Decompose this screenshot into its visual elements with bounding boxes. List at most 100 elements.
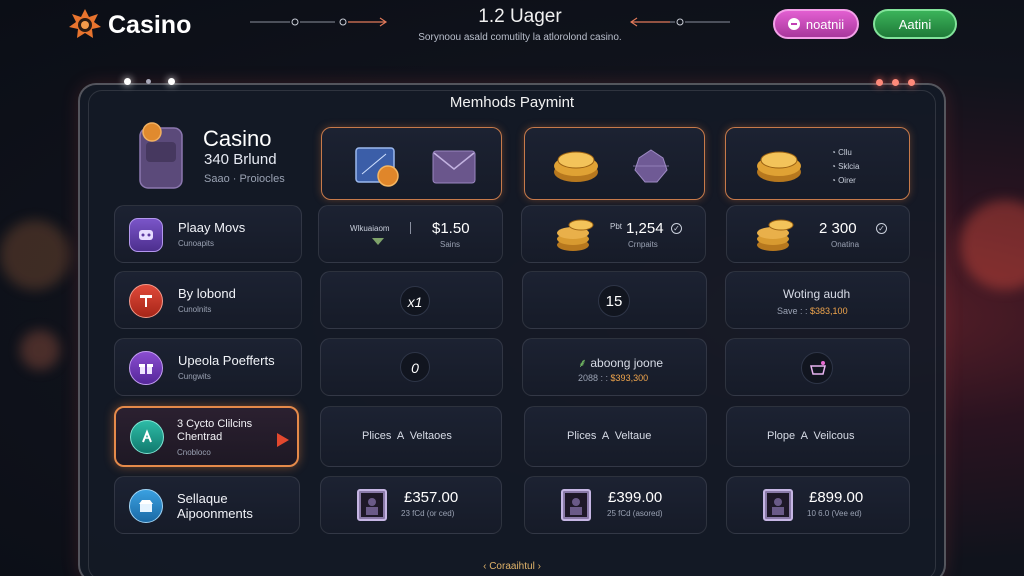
payment-card-coins[interactable] bbox=[524, 127, 705, 200]
signin-label: noatnii bbox=[805, 16, 845, 32]
bonus-title: ⸙ aboong joone bbox=[578, 356, 664, 370]
footer-link[interactable]: ‹ Coraaihtul › bbox=[0, 561, 1024, 572]
corner-light bbox=[124, 78, 131, 85]
corner-light bbox=[876, 79, 883, 86]
portrait-icon bbox=[561, 489, 591, 521]
row5-col2-card[interactable]: £399.00 25 fCd (asored) bbox=[524, 476, 707, 534]
row-title: 3 Cycto Clilcins Chentrad bbox=[177, 418, 253, 443]
crypto-icon bbox=[130, 420, 164, 454]
row1-col3-card[interactable]: 2 300 ✓ Onatina bbox=[726, 205, 910, 263]
chat-icon: ◔ bbox=[831, 176, 839, 185]
panel-title: Memhods Paymint bbox=[449, 94, 575, 111]
row5-col3-card[interactable]: £899.00 10 6.0 (Vee ed) bbox=[726, 476, 910, 534]
menu-row-crypto[interactable]: 3 Cycto Clilcins Chentrad Cnobloco bbox=[114, 406, 299, 467]
price-subtitle: 25 fCd (asored) bbox=[607, 509, 663, 518]
chevron-down-icon bbox=[372, 238, 384, 245]
amount-subtitle: Onatina bbox=[831, 240, 860, 249]
row3-col1-card[interactable]: 0 bbox=[320, 338, 503, 396]
row4-col1-card[interactable]: Plices A Veltaoes bbox=[320, 406, 502, 467]
corner-light bbox=[908, 79, 915, 86]
menu-row-play[interactable]: Plaay Movs Cunoapits bbox=[114, 205, 302, 263]
envelope-icon bbox=[432, 150, 476, 189]
row1-col2-card[interactable]: Pbt 1,254 ✓ Crnpaits bbox=[521, 205, 706, 263]
wallet-icon bbox=[138, 122, 184, 190]
signin-button[interactable]: noatnii bbox=[773, 9, 859, 39]
row-subtitle: Cungwits bbox=[178, 372, 211, 381]
row-title: Plaay Movs bbox=[178, 220, 246, 235]
row3-col2-card[interactable]: ⸙ aboong joone 2088 : : $393,300 bbox=[522, 338, 707, 396]
portrait-icon bbox=[357, 489, 387, 521]
wait-title: Woting audh bbox=[783, 287, 851, 301]
check-circle-icon: ✓ bbox=[876, 223, 887, 234]
menu-row-upeola[interactable]: Upeola Poefferts Cungwits bbox=[114, 338, 302, 396]
wait-subtitle: Save : : $383,100 bbox=[777, 306, 848, 316]
coin-stack-icon bbox=[555, 215, 597, 260]
coin-stack-icon bbox=[755, 215, 797, 260]
header-center: 1.2 Uager Sorynoou asald comutilty la at… bbox=[240, 4, 800, 48]
background-glow bbox=[960, 200, 1024, 290]
background-glow bbox=[20, 330, 60, 370]
row1-col1-card[interactable]: Wlkuaiaom $1.50 Sains bbox=[318, 205, 503, 263]
credit-card-icon bbox=[354, 146, 402, 193]
price-value: £357.00 bbox=[404, 489, 459, 506]
divider bbox=[410, 222, 411, 234]
price-value: £399.00 bbox=[608, 489, 663, 506]
leaf-icon: ⸙ bbox=[578, 356, 591, 370]
price-subtitle: 23 fCd (or ced) bbox=[401, 509, 455, 518]
row4-col2-card[interactable]: Plices A Veltaue bbox=[524, 406, 707, 467]
brand-logo[interactable]: Casino bbox=[68, 8, 191, 42]
store-icon bbox=[129, 489, 163, 523]
portrait-icon bbox=[763, 489, 793, 521]
game-controller-icon bbox=[129, 218, 163, 252]
crypto-option-label: Plices A Veltaue bbox=[567, 430, 652, 442]
gold-coins-icon bbox=[551, 146, 601, 191]
row-subtitle: Cunoapits bbox=[178, 239, 215, 248]
row-subtitle: Cunolnits bbox=[178, 305, 212, 314]
right-arrow-icon bbox=[630, 17, 730, 27]
row4-col3-card[interactable]: Plope A Veilcous bbox=[726, 406, 910, 467]
purple-gem-icon bbox=[633, 148, 669, 189]
row-title: By lobond bbox=[178, 286, 236, 301]
row3-col3-card[interactable] bbox=[725, 338, 910, 396]
amount-value: 1,254 bbox=[626, 220, 664, 237]
amount-value: 2 300 bbox=[819, 220, 857, 237]
row2-col1-card[interactable]: x1 bbox=[320, 271, 503, 329]
row-subtitle: Cnobloco bbox=[177, 448, 211, 457]
row5-col1-card[interactable]: £357.00 23 fCd (or ced) bbox=[320, 476, 502, 534]
amount-prefix: Pbt bbox=[610, 222, 623, 231]
chat-icon: ◔ bbox=[831, 148, 839, 157]
activate-label: Aatini bbox=[898, 16, 932, 32]
row-title: Upeola Poefferts bbox=[178, 353, 275, 368]
gold-coins-icon bbox=[754, 146, 804, 191]
corner-light bbox=[168, 78, 175, 85]
amount-value: $1.50 bbox=[432, 220, 470, 237]
payment-label: Wlkuaiaom bbox=[350, 224, 390, 233]
activate-button[interactable]: Aatini bbox=[873, 9, 957, 39]
row2-col2-card[interactable]: 15 bbox=[522, 271, 707, 329]
crypto-option-label: Plices A Veltaoes bbox=[362, 430, 452, 442]
multiplier-badge: x1 bbox=[400, 286, 430, 316]
zero-badge: 0 bbox=[400, 352, 430, 382]
payment-card-options[interactable]: ◔ Cllu ◔ Sklcia ◔ Oirer bbox=[725, 127, 910, 200]
profile-meta: Saao · Proiocles bbox=[204, 173, 285, 185]
page-subtitle: Sorynoou asald comutilty la atlorolond c… bbox=[418, 32, 622, 43]
play-arrow-icon[interactable] bbox=[277, 433, 289, 447]
chat-icon: ◔ bbox=[831, 162, 839, 171]
bank-icon bbox=[129, 284, 163, 318]
sun-logo-icon bbox=[68, 8, 102, 42]
count-badge: 15 bbox=[598, 285, 630, 317]
check-circle-icon: ✓ bbox=[671, 223, 682, 234]
menu-row-sellaque[interactable]: Sellaque Aipoonments bbox=[114, 476, 300, 534]
payment-card-card[interactable] bbox=[321, 127, 502, 200]
option-item[interactable]: ◔ Sklcia bbox=[831, 160, 859, 174]
profile-balance: 340 Brlund bbox=[204, 151, 277, 168]
option-item[interactable]: ◔ Oirer bbox=[831, 174, 859, 188]
menu-row-bylobond[interactable]: By lobond Cunolnits bbox=[114, 271, 302, 329]
row2-col3-card[interactable]: Woting audh Save : : $383,100 bbox=[725, 271, 910, 329]
option-item[interactable]: ◔ Cllu bbox=[831, 146, 859, 160]
price-subtitle: 10 6.0 (Vee ed) bbox=[807, 509, 862, 518]
row-title: Sellaque Aipoonments bbox=[177, 491, 253, 521]
corner-light bbox=[892, 79, 899, 86]
price-value: £899.00 bbox=[809, 489, 864, 506]
crypto-option-label: Plope A Veilcous bbox=[767, 430, 855, 442]
